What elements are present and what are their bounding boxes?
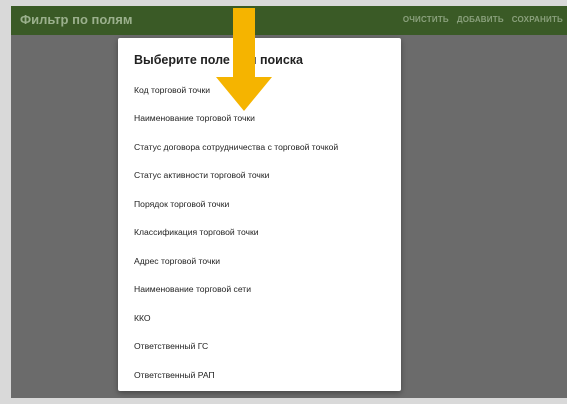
clear-button[interactable]: ОЧИСТИТЬ [403,15,449,24]
field-option[interactable]: Статус активности торговой точки [134,170,269,180]
field-option[interactable]: Наименование торговой сети [134,284,251,294]
save-button[interactable]: СОХРАНИТЬ [512,15,563,24]
field-option[interactable]: Классификация торговой точки [134,227,259,237]
field-option[interactable]: Ответственный ГС [134,341,208,351]
app-title: Фильтр по полям [20,12,133,27]
dialog-title: Выберите поле для поиска [134,53,303,67]
field-option[interactable]: Адрес торговой точки [134,256,220,266]
app-bar-actions: ОЧИСТИТЬ ДОБАВИТЬ СОХРАНИТЬ [403,15,567,24]
field-option[interactable]: Ответственный РАП [134,370,215,380]
field-option[interactable]: Порядок торговой точки [134,199,229,209]
field-option[interactable]: Статус договора сотрудничества с торгово… [134,142,338,152]
add-button[interactable]: ДОБАВИТЬ [457,15,504,24]
app-bar: Фильтр по полям ОЧИСТИТЬ ДОБАВИТЬ СОХРАН… [11,6,567,35]
field-select-dialog: Выберите поле для поиска Код торговой то… [118,38,401,391]
field-option[interactable]: Код торговой точки [134,85,210,95]
field-option[interactable]: ККО [134,313,151,323]
field-option[interactable]: Наименование торговой точки [134,113,255,123]
